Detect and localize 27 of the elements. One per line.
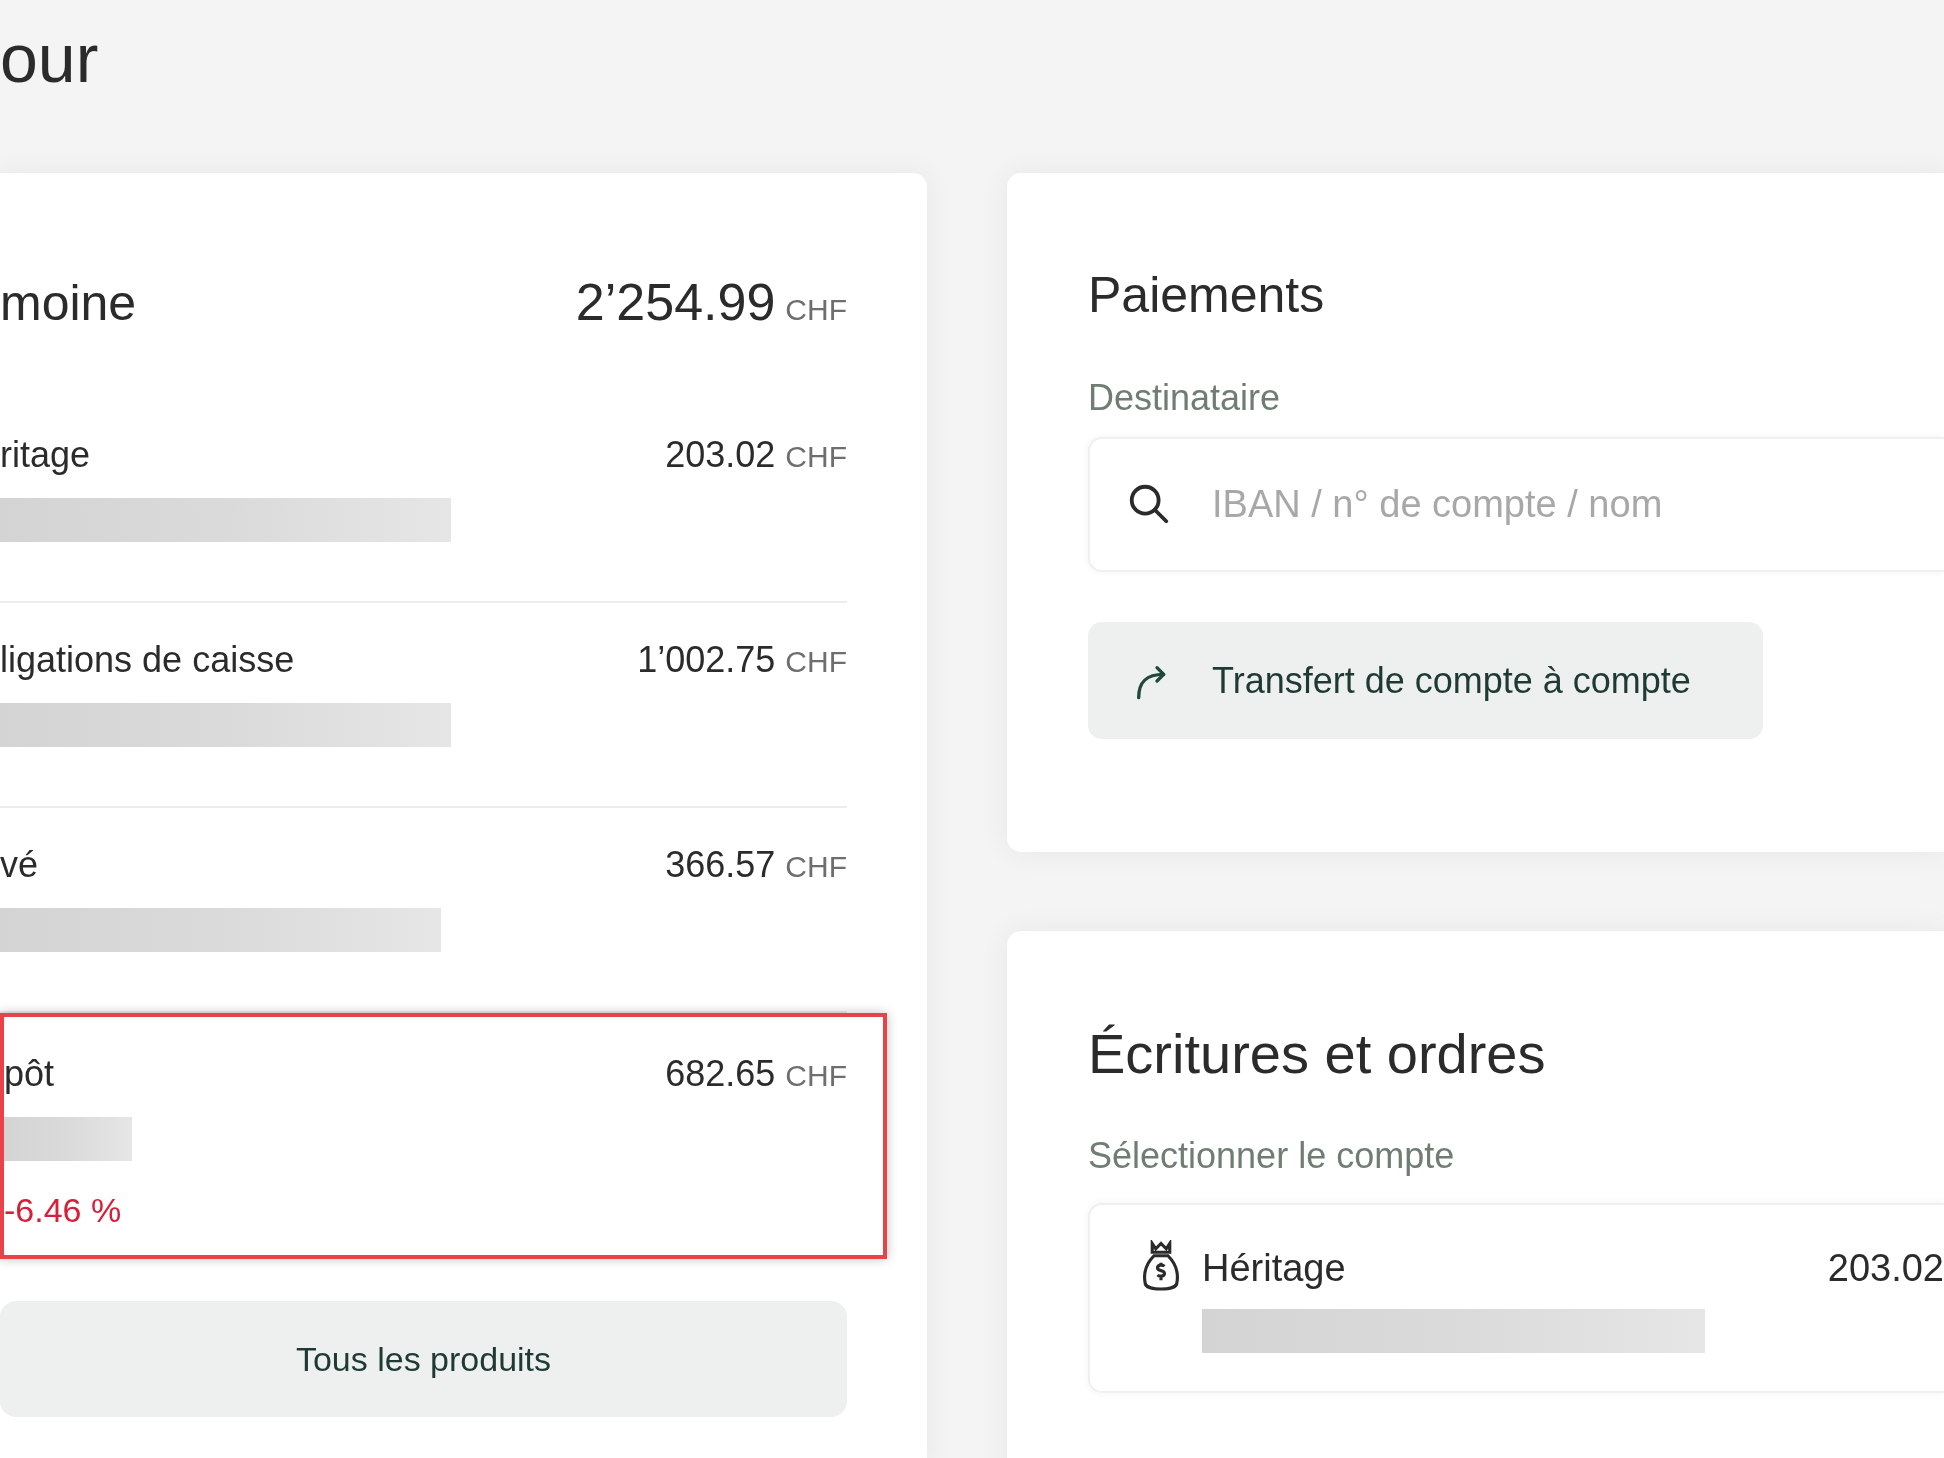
account-name: Héritage: [1202, 1246, 1346, 1291]
recipient-search-field[interactable]: IBAN / n° de compte / nom: [1088, 437, 1944, 572]
card-title: moine: [0, 274, 137, 333]
total-amount: 2’254.99: [575, 272, 776, 333]
performance-change: -6.46 %: [4, 1190, 122, 1231]
field-label: Destinataire: [1088, 376, 1281, 420]
product-name[interactable]: ritage: [0, 428, 91, 482]
currency-label: CHF: [785, 439, 847, 475]
currency-label: CHF: [785, 1058, 847, 1094]
page-title: our: [0, 19, 100, 98]
currency-label: CHF: [785, 849, 847, 885]
product-amount: 1’002.75: [637, 638, 776, 682]
transfer-button[interactable]: Transfert de compte à compte: [1088, 622, 1763, 739]
card-title: Paiements: [1088, 266, 1326, 325]
product-amount: 366.57: [665, 843, 776, 887]
currency-label: CHF: [785, 292, 847, 328]
card-title: Écritures et ordres: [1088, 1021, 1547, 1087]
field-label: Sélectionner le compte: [1088, 1134, 1455, 1178]
product-name[interactable]: ligations de caisse: [0, 633, 295, 687]
product-amount: 682.65: [665, 1052, 776, 1096]
product-name[interactable]: vé: [0, 838, 39, 892]
all-products-button[interactable]: Tous les produits: [0, 1301, 847, 1417]
currency-label: CHF: [785, 644, 847, 680]
product-name[interactable]: pôt: [4, 1047, 55, 1101]
account-select[interactable]: Héritage 203.02: [1088, 1203, 1944, 1393]
product-amount: 203.02: [665, 433, 776, 477]
account-amount: 203.02: [1827, 1246, 1944, 1291]
